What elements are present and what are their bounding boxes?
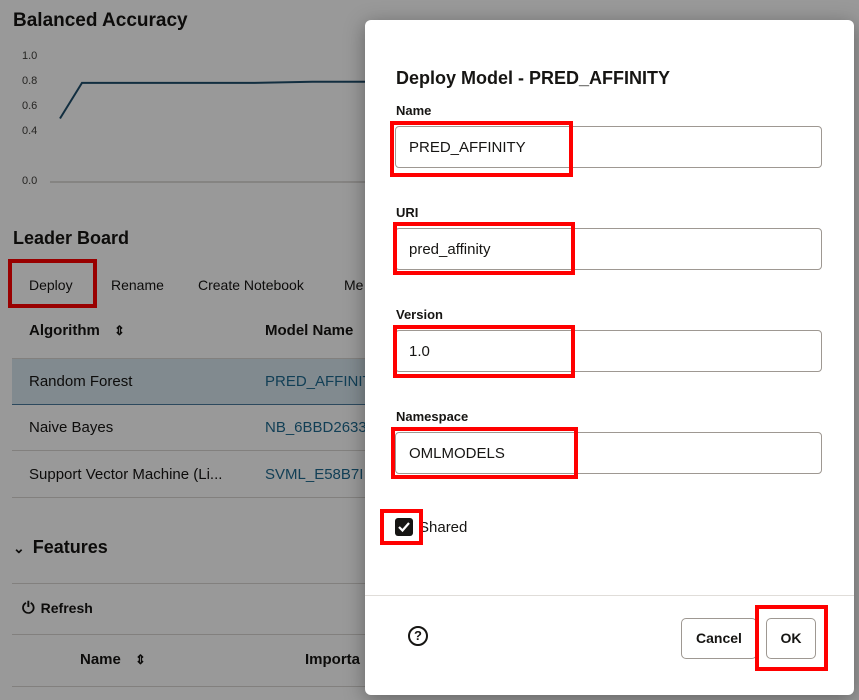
- ok-button[interactable]: OK: [766, 618, 816, 659]
- shared-label: Shared: [419, 519, 468, 536]
- version-input[interactable]: [395, 330, 822, 372]
- uri-input[interactable]: [395, 228, 822, 270]
- name-label: Name: [396, 103, 432, 118]
- dialog-title: Deploy Model - PRED_AFFINITY: [396, 68, 671, 88]
- deploy-model-dialog: Deploy Model - PRED_AFFINITY Name URI Ve…: [365, 20, 854, 695]
- uri-label: URI: [396, 205, 419, 220]
- name-input[interactable]: [395, 126, 822, 168]
- cancel-button[interactable]: Cancel: [681, 618, 757, 659]
- help-icon[interactable]: ?: [408, 626, 428, 646]
- namespace-input[interactable]: [395, 432, 822, 474]
- shared-checkbox[interactable]: [395, 518, 413, 536]
- check-icon: [398, 522, 410, 533]
- footer-divider: [365, 595, 854, 596]
- version-label: Version: [396, 307, 443, 322]
- namespace-label: Namespace: [396, 409, 469, 424]
